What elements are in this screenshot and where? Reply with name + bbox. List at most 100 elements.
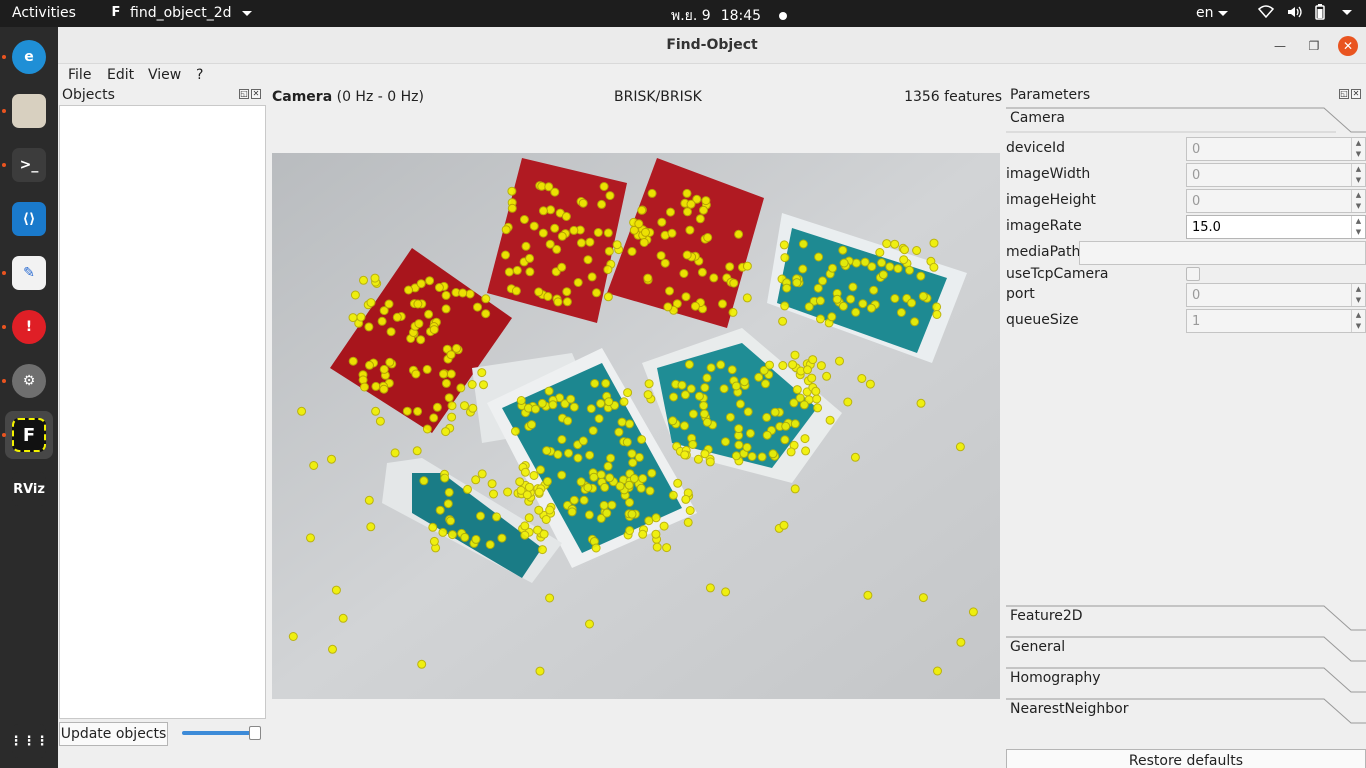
title-bar[interactable]: Find-Object — ❐ ✕ — [58, 27, 1366, 64]
section-label: General — [1010, 639, 1066, 655]
rviz-glyph: RViz — [12, 472, 46, 506]
language-selector[interactable]: en — [1196, 5, 1228, 21]
settings-glyph: ⚙ — [12, 364, 46, 398]
param-port: port 0 ▲ ▼ — [1006, 283, 1366, 309]
menu-edit[interactable]: Edit — [107, 67, 134, 83]
close-icon[interactable]: ✕ — [1338, 36, 1358, 56]
section-nearestneighbor[interactable]: NearestNeighbor — [1006, 698, 1366, 724]
files-icon[interactable] — [5, 87, 53, 135]
edge-browser-glyph: e — [12, 40, 46, 74]
objects-panel-controls: ◱ ✕ — [239, 89, 261, 99]
menu-view[interactable]: View — [148, 67, 181, 83]
objects-panel-title: Objects — [62, 87, 115, 103]
deviceid-spinbox[interactable]: 0 ▲ ▼ — [1186, 137, 1366, 161]
app-icon: F — [111, 5, 121, 20]
camera-image[interactable] — [272, 153, 1000, 699]
settings-icon[interactable]: ⚙ — [5, 357, 53, 405]
volume-icon — [1288, 6, 1302, 18]
objects-slider[interactable] — [182, 726, 264, 740]
spin-arrows-icon[interactable]: ▲ ▼ — [1351, 284, 1365, 306]
maximize-icon[interactable]: ❐ — [1304, 36, 1324, 56]
running-indicator — [2, 109, 6, 113]
spin-arrows-icon[interactable]: ▲ ▼ — [1351, 164, 1365, 186]
text-editor-icon[interactable]: ✎ — [5, 249, 53, 297]
section-homography[interactable]: Homography — [1006, 667, 1366, 693]
camera-rate: (0 Hz - 0 Hz) — [336, 89, 424, 105]
mediapath-field[interactable] — [1079, 241, 1366, 265]
files-glyph — [12, 94, 46, 128]
error-reporter-glyph: ! — [12, 310, 46, 344]
queuesize-spinbox[interactable]: 1 ▲ ▼ — [1186, 309, 1366, 333]
terminal-icon[interactable]: >_ — [5, 141, 53, 189]
app-menu-label: find_object_2d — [130, 5, 232, 21]
port-spinbox[interactable]: 0 ▲ ▼ — [1186, 283, 1366, 307]
imagerate-spinbox[interactable]: 15.0 ▲ ▼ — [1186, 215, 1366, 239]
param-label: port — [1006, 286, 1035, 302]
network-icon — [1258, 5, 1274, 19]
clock[interactable]: พ.ย. 9 18:45 — [671, 5, 788, 27]
top-bar: Activities F find_object_2d พ.ย. 9 18:45… — [0, 0, 1366, 27]
section-camera[interactable]: Camera — [1006, 107, 1366, 133]
edge-browser-icon[interactable]: e — [5, 33, 53, 81]
update-objects-button[interactable]: Update objects — [59, 722, 168, 746]
section-label: NearestNeighbor — [1010, 701, 1129, 717]
spin-arrows-icon[interactable]: ▲ ▼ — [1351, 138, 1365, 160]
find-object-glyph: F — [12, 418, 46, 452]
usetcpcamera-checkbox[interactable] — [1186, 267, 1200, 281]
dock: e >_ ⟨⟩ ✎! ⚙ F RViz ⋮⋮⋮ — [0, 27, 58, 768]
param-label: queueSize — [1006, 312, 1079, 328]
running-indicator — [2, 163, 6, 167]
spin-value: 0 — [1192, 288, 1201, 303]
minimize-icon[interactable]: — — [1270, 36, 1290, 56]
param-label: useTcpCamera — [1006, 266, 1109, 282]
parameters-panel: Parameters ◱ ✕ Camera deviceId 0 ▲ ▼ imageW… — [1006, 87, 1366, 768]
language-label: en — [1196, 5, 1214, 21]
float-icon[interactable]: ◱ — [239, 89, 249, 99]
parameters-panel-controls: ◱ ✕ — [1339, 89, 1361, 99]
spin-value: 15.0 — [1192, 220, 1221, 235]
camera-scene — [272, 153, 1000, 699]
param-label: mediaPath — [1006, 244, 1081, 260]
menu-help[interactable]: ? — [196, 67, 203, 83]
running-indicator — [2, 271, 6, 275]
parameters-title: Parameters — [1010, 87, 1091, 103]
running-indicator — [2, 325, 6, 329]
chevron-down-icon — [1342, 9, 1352, 15]
spin-value: 1 — [1192, 314, 1201, 329]
find-object-window: Find-Object — ❐ ✕ File Edit View ? Objec… — [58, 27, 1366, 768]
imageheight-spinbox[interactable]: 0 ▲ ▼ — [1186, 189, 1366, 213]
running-indicator — [2, 379, 6, 383]
vscode-icon[interactable]: ⟨⟩ — [5, 195, 53, 243]
section-general[interactable]: General — [1006, 636, 1366, 662]
camera-title-group: Camera (0 Hz - 0 Hz) — [272, 89, 424, 105]
section-label: Feature2D — [1010, 608, 1083, 624]
restore-defaults-button[interactable]: Restore defaults — [1006, 749, 1366, 768]
spin-value: 0 — [1192, 168, 1201, 183]
find-object-icon[interactable]: F — [5, 411, 53, 459]
menu-file[interactable]: File — [68, 67, 91, 83]
spin-arrows-icon[interactable]: ▲ ▼ — [1351, 216, 1365, 238]
section-feature2d[interactable]: Feature2D — [1006, 605, 1366, 631]
vscode-glyph: ⟨⟩ — [12, 202, 46, 236]
float-icon[interactable]: ◱ — [1339, 89, 1349, 99]
app-menu[interactable]: F find_object_2d — [108, 5, 252, 21]
param-label: imageWidth — [1006, 166, 1091, 182]
error-reporter-icon[interactable]: ! — [5, 303, 53, 351]
param-label: imageHeight — [1006, 192, 1096, 208]
close-icon[interactable]: ✕ — [1351, 89, 1361, 99]
detector-label: BRISK/BRISK — [614, 89, 702, 105]
close-icon[interactable]: ✕ — [251, 89, 261, 99]
spin-arrows-icon[interactable]: ▲ ▼ — [1351, 190, 1365, 212]
param-label: imageRate — [1006, 218, 1082, 234]
imagewidth-spinbox[interactable]: 0 ▲ ▼ — [1186, 163, 1366, 187]
spin-arrows-icon[interactable]: ▲ ▼ — [1351, 310, 1365, 332]
rviz-icon[interactable]: RViz — [5, 465, 53, 513]
param-imagewidth: imageWidth 0 ▲ ▼ — [1006, 163, 1366, 189]
objects-list[interactable] — [59, 105, 266, 719]
show-apps-icon[interactable]: ⋮⋮⋮ — [5, 717, 53, 765]
show-apps-glyph: ⋮⋮⋮ — [10, 724, 49, 758]
activities-button[interactable]: Activities — [12, 5, 76, 21]
system-tray[interactable] — [1258, 4, 1352, 20]
running-indicator — [2, 55, 6, 59]
slider-handle[interactable] — [249, 726, 261, 740]
